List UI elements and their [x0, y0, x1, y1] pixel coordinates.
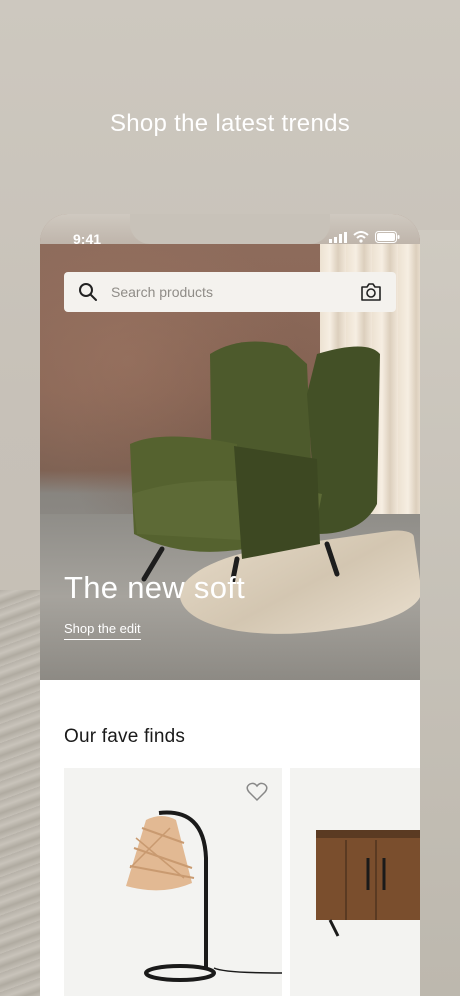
search-bar[interactable]: Search products — [64, 272, 396, 312]
status-time: 9:41 — [73, 231, 102, 247]
product-card[interactable] — [290, 768, 420, 996]
device-notch — [130, 214, 330, 244]
floor-lamp-image — [126, 810, 282, 982]
wifi-icon — [353, 231, 369, 243]
battery-icon — [375, 231, 400, 243]
phone-frame: The new soft Shop the edit 9:41 Search p… — [40, 214, 420, 996]
hero-title: The new soft — [64, 570, 246, 605]
signal-icon — [329, 231, 347, 243]
camera-icon[interactable] — [360, 282, 382, 302]
search-icon — [79, 283, 97, 301]
status-icons — [329, 231, 400, 243]
sideboard-image — [316, 830, 420, 937]
armchair-image — [130, 341, 380, 584]
section-title: Our fave finds — [64, 726, 186, 747]
product-card[interactable] — [64, 768, 282, 996]
shop-the-edit-link[interactable]: Shop the edit — [64, 621, 141, 640]
status-bar: 9:41 — [40, 214, 420, 258]
promo-headline: Shop the latest trends — [109, 110, 351, 137]
search-input[interactable]: Search products — [111, 284, 360, 300]
